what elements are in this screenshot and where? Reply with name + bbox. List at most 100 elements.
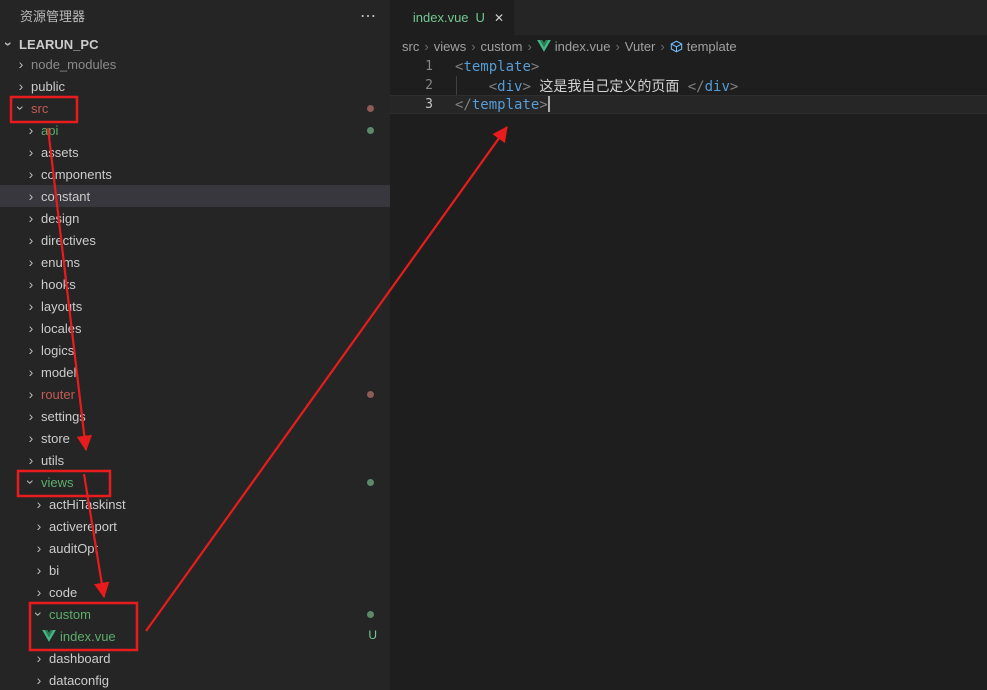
tree-item-label: layouts: [41, 299, 82, 314]
chevron-right-icon: ›: [32, 563, 46, 577]
tree-item-label: utils: [41, 453, 64, 468]
breadcrumb-label: views: [434, 39, 467, 54]
tree-item-label: src: [31, 101, 48, 116]
code-text: <div> 这是我自己定义的页面 </div>: [455, 76, 738, 96]
chevron-right-icon: ›: [14, 79, 28, 93]
tree-item-label: activereport: [49, 519, 117, 534]
tree-item-label: directives: [41, 233, 96, 248]
chevron-right-icon: ›: [24, 145, 38, 159]
git-untracked-dot: [367, 611, 374, 618]
tree-item-router[interactable]: ›router: [0, 383, 390, 405]
tree-item-public[interactable]: ›public: [0, 75, 390, 97]
tree-item-node_modules[interactable]: ›node_modules: [0, 53, 390, 75]
explorer-title: 资源管理器: [20, 9, 85, 24]
git-untracked-dot: [367, 479, 374, 486]
vue-file-icon: [42, 630, 56, 642]
breadcrumb-item-views[interactable]: views: [434, 39, 467, 54]
tree-item-label: logics: [41, 343, 74, 358]
workspace-header[interactable]: › LEARUN_PC: [0, 34, 390, 54]
chevron-right-icon: ›: [24, 189, 38, 203]
tree-item-utils[interactable]: ›utils: [0, 449, 390, 471]
code-line-2[interactable]: 2 <div> 这是我自己定义的页面 </div>: [390, 76, 987, 95]
chevron-right-icon: ›: [32, 585, 46, 599]
chevron-right-icon: ›: [32, 673, 46, 687]
tree-item-directives[interactable]: ›directives: [0, 229, 390, 251]
code-line-1[interactable]: 1 <template>: [390, 57, 987, 76]
tree-item-activereport[interactable]: ›activereport: [0, 515, 390, 537]
tree-item-label: actHiTaskinst: [49, 497, 126, 512]
breadcrumb-label: src: [402, 39, 419, 54]
tree-item-dataconfig[interactable]: ›dataconfig: [0, 669, 390, 690]
tree-item-design[interactable]: ›design: [0, 207, 390, 229]
tree-item-views[interactable]: ›views: [0, 471, 390, 493]
tree-item-label: model: [41, 365, 76, 380]
tab-filename: index.vue: [413, 10, 469, 25]
file-tree: ›node_modules›public›src›api›assets›comp…: [0, 53, 390, 690]
chevron-right-icon: ›: [24, 123, 38, 137]
tree-item-label: public: [31, 79, 65, 94]
tree-item-auditOpt[interactable]: ›auditOpt: [0, 537, 390, 559]
more-actions-icon[interactable]: ⋯: [360, 0, 376, 34]
tab-index-vue[interactable]: index.vue U ✕: [390, 0, 514, 35]
tree-item-model[interactable]: ›model: [0, 361, 390, 383]
tree-item-label: views: [41, 475, 74, 490]
tree-item-label: locales: [41, 321, 81, 336]
tree-item-src[interactable]: ›src: [0, 97, 390, 119]
tree-item-label: components: [41, 167, 112, 182]
git-status-badge: U: [368, 628, 377, 642]
tree-item-hooks[interactable]: ›hooks: [0, 273, 390, 295]
chevron-down-icon: ›: [2, 37, 16, 51]
vscode-window: 资源管理器 ⋯ › LEARUN_PC ›node_modules›public…: [0, 0, 987, 690]
chevron-right-icon: ›: [24, 233, 38, 247]
tree-item-constant[interactable]: ›constant: [0, 185, 390, 207]
tree-item-index.vue[interactable]: index.vue U: [0, 625, 390, 647]
tab-bar: index.vue U ✕: [390, 0, 987, 35]
breadcrumb-label: Vuter: [625, 39, 656, 54]
code-area[interactable]: 1 <template>2 <div> 这是我自己定义的页面 </div>3</t…: [390, 57, 987, 114]
tree-item-label: design: [41, 211, 79, 226]
chevron-right-icon: ›: [24, 387, 38, 401]
line-number: 1: [390, 59, 433, 74]
code-text: <template>: [455, 59, 539, 75]
tree-item-assets[interactable]: ›assets: [0, 141, 390, 163]
breadcrumb-item-index-vue[interactable]: index.vue: [537, 39, 611, 54]
tree-item-logics[interactable]: ›logics: [0, 339, 390, 361]
tree-item-api[interactable]: ›api: [0, 119, 390, 141]
breadcrumb-item-src[interactable]: src: [402, 39, 419, 54]
tree-item-settings[interactable]: ›settings: [0, 405, 390, 427]
line-number: 3: [390, 97, 433, 112]
git-modified-dot: [367, 105, 374, 112]
chevron-right-icon: ›: [24, 365, 38, 379]
tree-item-label: custom: [49, 607, 91, 622]
tree-item-code[interactable]: ›code: [0, 581, 390, 603]
tree-item-label: assets: [41, 145, 79, 160]
tree-item-dashboard[interactable]: ›dashboard: [0, 647, 390, 669]
tree-item-enums[interactable]: ›enums: [0, 251, 390, 273]
tree-item-store[interactable]: ›store: [0, 427, 390, 449]
breadcrumb-item-Vuter[interactable]: Vuter: [625, 39, 656, 54]
tree-item-label: constant: [41, 189, 90, 204]
tree-item-label: router: [41, 387, 75, 402]
chevron-right-icon: ›: [24, 255, 38, 269]
tree-item-components[interactable]: ›components: [0, 163, 390, 185]
tree-item-label: hooks: [41, 277, 76, 292]
chevron-right-icon: ›: [24, 431, 38, 445]
breadcrumb-separator-icon: ›: [424, 39, 428, 54]
tree-item-locales[interactable]: ›locales: [0, 317, 390, 339]
close-icon[interactable]: ✕: [494, 11, 504, 25]
breadcrumb-item-template[interactable]: template: [670, 39, 737, 54]
tree-item-label: index.vue: [60, 629, 116, 644]
tree-item-layouts[interactable]: ›layouts: [0, 295, 390, 317]
tree-item-custom[interactable]: ›custom: [0, 603, 390, 625]
tree-item-actHiTaskinst[interactable]: ›actHiTaskinst: [0, 493, 390, 515]
text-cursor: [548, 96, 550, 112]
breadcrumb-item-custom[interactable]: custom: [481, 39, 523, 54]
chevron-right-icon: ›: [24, 409, 38, 423]
chevron-right-icon: ›: [24, 211, 38, 225]
editor-pane: index.vue U ✕ src›views›custom›index.vue…: [390, 0, 987, 690]
workspace-name: LEARUN_PC: [19, 37, 98, 52]
tree-item-label: store: [41, 431, 70, 446]
chevron-right-icon: ›: [24, 343, 38, 357]
code-line-3[interactable]: 3</template>: [390, 95, 987, 114]
tree-item-bi[interactable]: ›bi: [0, 559, 390, 581]
